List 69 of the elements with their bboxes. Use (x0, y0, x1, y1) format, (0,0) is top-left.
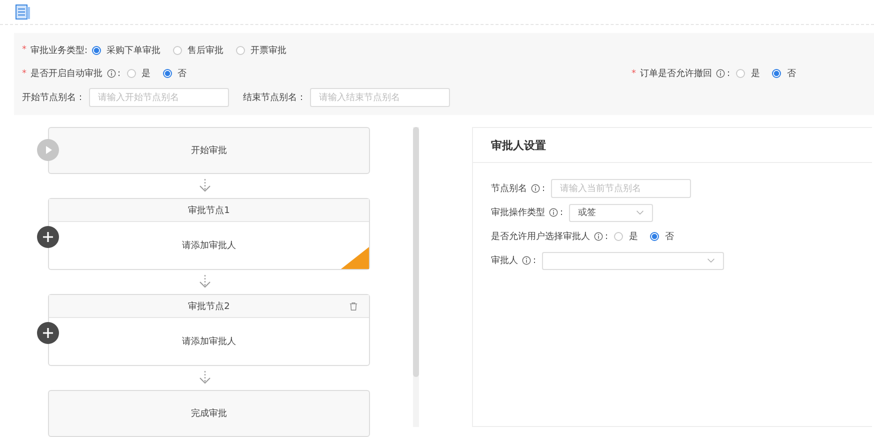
play-icon (37, 139, 59, 161)
label-colon: : (560, 208, 564, 218)
required-mark: * (22, 45, 26, 56)
info-icon (549, 208, 558, 217)
arrow-icon (198, 370, 212, 386)
field-label: 结束节点别名： (243, 92, 306, 104)
required-mark: * (22, 68, 26, 79)
chevron-down-icon (707, 258, 716, 263)
field-label: 开始节点别名： (22, 92, 85, 104)
radio-button[interactable] (614, 232, 624, 241)
node-body-text: 请添加审批人 (182, 240, 236, 252)
radio-button[interactable] (126, 69, 136, 78)
document-icon (15, 4, 31, 20)
radio-label: 售后审批 (188, 44, 224, 57)
node-title: 审批节点1 (188, 204, 230, 216)
required-mark: * (631, 68, 636, 79)
radio-label: 否 (787, 68, 796, 80)
field-label: 订单是否允许撤回 (640, 68, 712, 80)
field-label: 审批人 (491, 254, 518, 267)
panel-title: 审批人设置 (473, 128, 872, 163)
radio-button[interactable] (92, 46, 101, 55)
arrow-icon (198, 274, 212, 290)
info-icon (716, 69, 725, 78)
node-label: 完成审批 (191, 408, 227, 420)
node-body-text: 请添加审批人 (182, 336, 236, 348)
flow-node[interactable]: 审批节点1 请添加审批人 (48, 198, 370, 270)
field-label: 审批操作类型 (491, 206, 545, 219)
scrollbar-thumb[interactable] (413, 127, 419, 377)
select-field[interactable]: 或签 (569, 204, 654, 222)
label-colon: : (533, 256, 536, 266)
label-colon: : (118, 68, 121, 79)
input-field[interactable]: 请输入开始节点别名 (89, 88, 229, 107)
radio-button[interactable] (650, 232, 660, 241)
radio-label: 是 (629, 230, 638, 243)
info-icon (594, 232, 603, 241)
label-colon: : (726, 68, 730, 79)
add-icon[interactable] (37, 226, 59, 248)
arrow-icon (198, 178, 212, 194)
radio-button[interactable] (736, 69, 745, 78)
label-colon: : (605, 232, 608, 242)
trash-icon[interactable] (349, 302, 358, 311)
node-label: 开始审批 (191, 144, 227, 157)
flow-node[interactable]: 审批节点2 请添加审批人 (48, 294, 370, 366)
select-field[interactable] (542, 252, 724, 270)
field-label: 节点别名 (491, 182, 527, 195)
flow-node[interactable]: 完成审批 (48, 390, 370, 437)
radio-label: 开票审批 (250, 44, 287, 57)
info-icon (522, 256, 531, 265)
radio-label: 采购下单审批 (106, 44, 161, 57)
add-icon[interactable] (37, 322, 59, 344)
label-colon: : (542, 184, 546, 194)
input-field[interactable]: 请输入结束节点别名 (310, 88, 450, 107)
radio-label: 否 (665, 231, 674, 243)
flow-node[interactable]: 开始审批 (48, 127, 370, 174)
radio-label: 否 (178, 68, 187, 80)
input-field[interactable]: 请输入当前节点别名 (551, 179, 692, 198)
radio-label: 是 (751, 68, 760, 80)
field-label: 是否允许用户选择审批人 (491, 230, 590, 243)
radio-button[interactable] (236, 46, 245, 55)
radio-label: 是 (142, 68, 151, 80)
info-icon (531, 184, 540, 193)
info-icon (106, 69, 116, 78)
field-label: 是否开启自动审批 (30, 68, 102, 80)
radio-button[interactable] (172, 46, 182, 55)
node-title: 审批节点2 (188, 300, 230, 312)
chevron-down-icon (636, 210, 644, 215)
radio-button[interactable] (162, 69, 172, 78)
radio-button[interactable] (772, 69, 781, 78)
field-label: 审批业务类型: (30, 44, 88, 57)
